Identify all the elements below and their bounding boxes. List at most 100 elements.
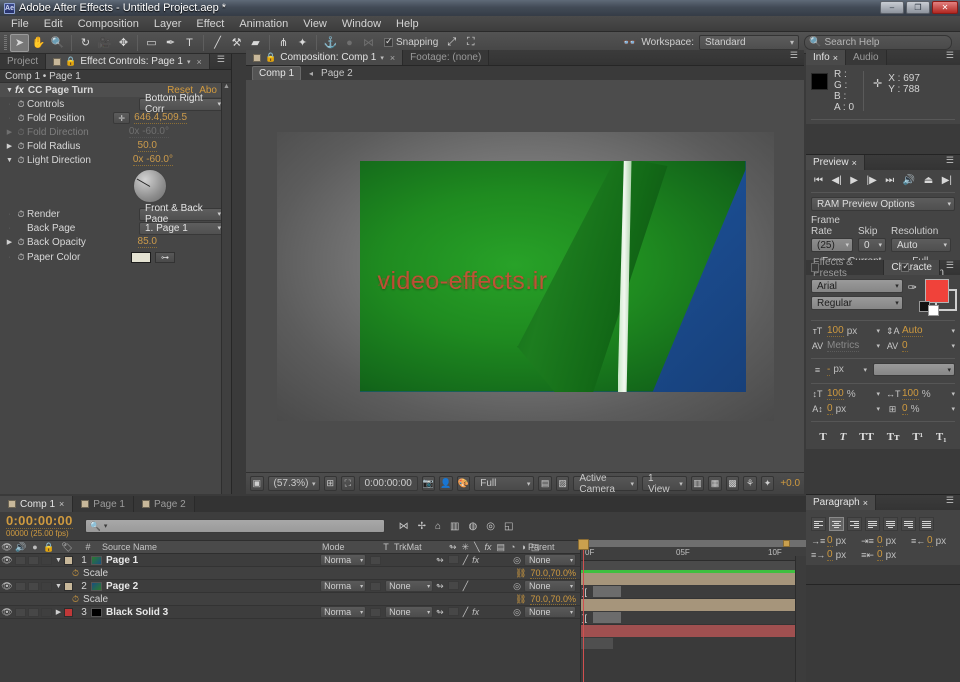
layer-2-twirl-icon[interactable]: ▼ [53, 583, 64, 590]
timeline-tab-comp1[interactable]: Comp 1 × [0, 496, 74, 512]
layer-3-mode-select[interactable]: Norma [320, 606, 367, 618]
bold-button[interactable]: T [819, 431, 826, 443]
horizontal-scale-value[interactable]: 100 [902, 388, 919, 400]
chevron-down-icon[interactable]: ▾ [187, 58, 191, 66]
justify-all-button[interactable] [919, 517, 934, 531]
italic-button[interactable]: T [840, 431, 847, 443]
next-frame-icon[interactable]: |▶ [867, 175, 877, 186]
layer-2-scale-stopwatch-icon[interactable]: ⏱ [72, 594, 79, 605]
horizontal-scale-field[interactable]: ↔T 100 % ▾ [886, 388, 955, 400]
angle-dial[interactable] [133, 169, 167, 203]
layer-1-color[interactable] [64, 555, 73, 565]
layer-2-parent-select[interactable]: None [524, 580, 576, 592]
layer-3-track-bar[interactable] [581, 625, 806, 638]
white-swatch[interactable] [928, 305, 939, 316]
eyedropper-icon[interactable]: ⊶ [155, 251, 175, 263]
skip-select[interactable]: 0 [858, 238, 886, 252]
layer-2-keyframe-span[interactable] [593, 612, 621, 623]
zoom-level-select[interactable]: (57.3%) [267, 476, 320, 491]
timeline-tab-page1[interactable]: Page 1 [73, 496, 134, 512]
composition-panel-menu-icon[interactable]: ☰ [784, 50, 804, 65]
selection-tool-icon[interactable]: ➤ [10, 33, 29, 52]
layer-3-collapse-box[interactable] [447, 606, 459, 616]
render-select[interactable]: Front & Back Page [139, 203, 225, 225]
indent-first-value[interactable]: 0 [827, 549, 833, 561]
fill-color-swatch[interactable] [925, 279, 949, 303]
timeline-search-input[interactable]: 🔍 ▾ [84, 519, 385, 533]
breadcrumb-page2[interactable]: Page 2 [321, 68, 353, 79]
baseline-shift-value[interactable]: 0 [827, 403, 833, 415]
brush-tool-icon[interactable]: ╱ [208, 34, 227, 52]
full-screen-checkbox[interactable] [901, 261, 910, 272]
horizontal-scale-caret-icon[interactable]: ▾ [951, 390, 955, 398]
composition-mini-flowchart-icon[interactable]: ⋈ [399, 521, 409, 532]
toolbar-grip[interactable] [4, 34, 7, 51]
pan-behind-tool-icon[interactable]: ✥ [114, 34, 133, 52]
tab-paragraph[interactable]: Paragraph × [806, 495, 876, 510]
roto-brush-tool-icon[interactable]: ⋔ [274, 34, 293, 52]
layer-1-parent-select[interactable]: None [524, 554, 576, 566]
ram-preview-options-select[interactable]: RAM Preview Options [811, 197, 955, 211]
kerning-caret-icon[interactable]: ▾ [876, 342, 880, 350]
table-row[interactable]: 👁 ▼ 2 Page 2 Norma None ↬ ╱ [0, 580, 580, 593]
info-panel-menu-icon[interactable]: ☰ [940, 50, 960, 65]
layer-3-switches[interactable]: ↬ ╱ fx [436, 606, 510, 618]
close-icon[interactable]: × [197, 57, 202, 67]
timeline-nav-bar[interactable] [581, 561, 806, 570]
font-style-select[interactable]: Regular [811, 296, 903, 310]
layer-2-keyframe-track[interactable]: ][ [581, 612, 806, 625]
layer-3-twirl-icon[interactable]: ▶ [53, 608, 64, 616]
layer-2-track-bar[interactable] [581, 599, 806, 612]
layer-1-audio-box[interactable] [15, 555, 26, 565]
layer-3-solo-box[interactable] [28, 607, 39, 617]
draft-3d-icon[interactable]: ✢ [418, 521, 426, 532]
frame-icon[interactable]: ⛶ [461, 34, 480, 52]
layer-3-lock-box[interactable] [41, 607, 52, 617]
layer-1-t-box[interactable] [370, 555, 382, 565]
tab-info[interactable]: Info × [806, 50, 846, 65]
align-left-button[interactable] [811, 517, 826, 531]
stroke-type-select[interactable] [873, 363, 955, 376]
menu-edit[interactable]: Edit [37, 17, 70, 31]
menu-window[interactable]: Window [335, 17, 388, 31]
previous-frame-icon[interactable]: ◀| [832, 175, 842, 186]
current-time-indicator[interactable] [578, 539, 589, 682]
leading-value[interactable]: Auto [902, 325, 923, 337]
cti-head-icon[interactable] [578, 539, 589, 550]
layer-1-lock-box[interactable] [41, 555, 52, 565]
tracking-value[interactable]: 0 [902, 340, 908, 352]
stopwatch-icon-7[interactable]: ⏱ [15, 237, 27, 248]
snapping-checkbox[interactable] [384, 36, 393, 47]
tab-project[interactable]: Project [0, 54, 47, 69]
breadcrumb-comp1[interactable]: Comp 1 [252, 65, 302, 81]
layer-1-solo-box[interactable] [28, 555, 39, 565]
maximize-button[interactable]: ❐ [906, 1, 930, 14]
close-button[interactable]: ✕ [932, 1, 958, 14]
controls-select[interactable]: Bottom Right Corr [139, 93, 225, 115]
from-current-time-checkbox[interactable] [811, 262, 819, 272]
back-page-select[interactable]: 1. Page 1 [139, 221, 225, 235]
justify-last-right-button[interactable] [901, 517, 916, 531]
menu-file[interactable]: File [4, 17, 36, 31]
stopwatch-icon-4[interactable]: ⏱ [15, 141, 27, 152]
space-after-value[interactable]: 0 [877, 549, 883, 561]
space-before-value[interactable]: 0 [877, 535, 883, 547]
paragraph-panel-menu-icon[interactable]: ☰ [940, 495, 960, 510]
minimize-button[interactable]: – [880, 1, 904, 14]
search-help-input[interactable]: 🔍 Search Help [804, 35, 952, 50]
region-of-interest-icon[interactable]: ⛶ [341, 476, 355, 491]
layer-3-fx-icon[interactable]: fx [472, 607, 479, 618]
puppet-pin-tool-icon[interactable]: ✦ [293, 34, 312, 52]
layer-1-parent-pick-icon[interactable]: ◎ [513, 555, 521, 566]
frame-blending-icon[interactable]: ▥ [450, 521, 459, 532]
twirl-right-icon-2[interactable]: ▶ [4, 142, 15, 150]
pen-tool-icon[interactable]: ✒ [161, 34, 180, 52]
last-frame-icon[interactable]: ⏭ [885, 175, 894, 186]
back-opacity-value[interactable]: 85.0 [137, 236, 157, 248]
layer-2-visibility-icon[interactable]: 👁 [0, 581, 14, 592]
layer-2-trkmat-select[interactable]: None [385, 580, 434, 592]
superscript-button[interactable]: T¹ [912, 431, 923, 443]
frame-rate-select[interactable]: (25) [811, 238, 853, 252]
layer-1-visibility-icon[interactable]: 👁 [0, 555, 14, 566]
snapshot-icon[interactable]: 📷 [421, 476, 436, 491]
